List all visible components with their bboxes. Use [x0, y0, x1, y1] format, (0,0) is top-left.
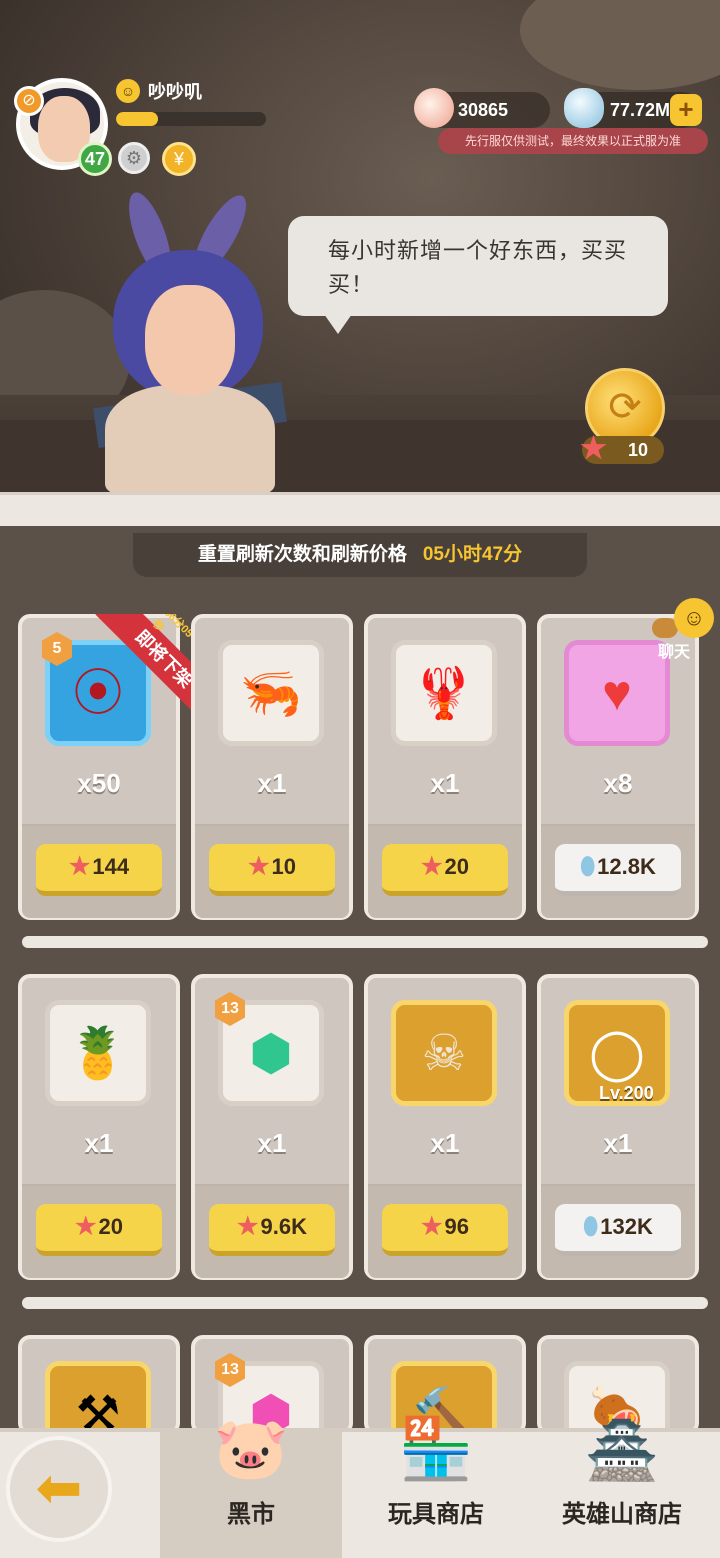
- emoji-icon: ☺: [116, 79, 140, 103]
- item-frame: 🍍: [45, 1000, 151, 1106]
- speech-text: 每小时新增一个好东西，买买买！: [328, 238, 628, 297]
- test-server-notice: 先行服仅供测试，最终效果以正式服为准: [438, 128, 708, 154]
- item-frame: 🦐: [218, 640, 324, 746]
- chat-button[interactable]: ☺ 聊天: [650, 598, 718, 662]
- shop-item-card[interactable]: 🍍 x1 ★20: [18, 974, 180, 1280]
- item-quantity: x1: [257, 768, 287, 798]
- gem-icon: [564, 88, 604, 128]
- shell-counter: 30865: [414, 88, 550, 128]
- gem-icon: ⬮: [583, 1213, 599, 1240]
- price-value: 12.8K: [597, 854, 656, 879]
- shell-icon: [414, 88, 454, 128]
- gem-value: 77.72M: [610, 100, 671, 120]
- item-frame: 🦞: [391, 640, 497, 746]
- shop-item-card[interactable]: ⚒: [18, 1335, 180, 1467]
- item-quantity: x1: [430, 768, 460, 798]
- no-entry-icon[interactable]: ⊘: [14, 86, 44, 116]
- price-value: 132K: [600, 1214, 653, 1239]
- item-quantity: x8: [603, 768, 633, 798]
- reset-timer: 重置刷新次数和刷新价格 05小时47分: [133, 533, 587, 577]
- tab-toy-shop[interactable]: 🏪 玩具商店: [346, 1415, 526, 1558]
- starfish-icon: ★: [580, 432, 607, 465]
- shop-item-card[interactable]: ⦿ 5 即将下架 56分05秒 x50 ★144: [18, 614, 200, 920]
- buy-button[interactable]: ★9.6K: [209, 1204, 335, 1256]
- item-frame: ☠: [391, 1000, 497, 1106]
- price-value: 144: [92, 854, 130, 879]
- pineapple-icon: 🍍: [66, 1025, 130, 1081]
- tab-label: 英雄山商店: [562, 1501, 682, 1528]
- buy-button[interactable]: ★144: [36, 844, 162, 896]
- buy-button[interactable]: ★20: [36, 1204, 162, 1256]
- black-market-icon: 🐷: [213, 1415, 289, 1482]
- buy-button[interactable]: ⬮12.8K: [555, 844, 681, 896]
- fossil-skull-icon: ☠: [421, 1025, 467, 1081]
- limited-ribbon: 即将下架 56分05秒: [90, 614, 200, 724]
- price-value: 20: [444, 854, 469, 879]
- starfish-icon: ★: [421, 1213, 443, 1240]
- buy-button[interactable]: ★20: [382, 844, 508, 896]
- gem-icon: ⬮: [580, 853, 596, 880]
- starfish-icon: ★: [421, 853, 443, 880]
- add-gems-button[interactable]: +: [670, 94, 702, 126]
- tab-black-market[interactable]: 🐷 黑市: [160, 1415, 342, 1558]
- price-value: 9.6K: [260, 1214, 307, 1239]
- xp-bar: [116, 112, 266, 126]
- refresh-cost-value: 10: [627, 440, 648, 460]
- item-quantity: x1: [430, 1128, 460, 1158]
- row-divider: [22, 936, 708, 948]
- shop-item-card[interactable]: ⬢ 13 x1 ★9.6K: [191, 974, 353, 1280]
- shelf-decoration: [520, 0, 720, 90]
- tab-hero-mountain-shop[interactable]: 🏯 英雄山商店: [530, 1415, 714, 1558]
- item-quantity: x50: [77, 768, 121, 798]
- shell-value: 30865: [458, 100, 509, 120]
- starfish-icon: ★: [75, 1213, 97, 1240]
- reset-timer-label: 重置刷新次数和刷新价格: [197, 544, 407, 565]
- buy-button[interactable]: ★96: [382, 1204, 508, 1256]
- gear-icon[interactable]: ⚙: [118, 142, 150, 174]
- price-value: 20: [98, 1214, 123, 1239]
- item-quantity: x1: [603, 1128, 633, 1158]
- starfish-icon: ★: [248, 853, 270, 880]
- refresh-cost: ★ 10: [580, 432, 664, 465]
- tab-label: 玩具商店: [388, 1501, 484, 1528]
- player-level: 47: [78, 142, 112, 176]
- shop-item-card[interactable]: 🦞 x1 ★20: [364, 614, 526, 920]
- chat-emoji-icon: ☺: [674, 598, 714, 638]
- shop-item-card[interactable]: ◯ Lv.200 x1 ⬮132K: [537, 974, 699, 1280]
- hero-mountain-shop-icon: 🏯: [584, 1415, 660, 1482]
- toy-shop-icon: 🏪: [398, 1415, 474, 1482]
- back-arrow-icon[interactable]: ⬅: [6, 1436, 112, 1542]
- item-level-label: Lv.200: [599, 1083, 654, 1103]
- scene-divider: [0, 492, 720, 526]
- buy-button[interactable]: ★10: [209, 844, 335, 896]
- item-quantity: x1: [257, 1128, 287, 1158]
- shopkeeper-npc: [93, 187, 295, 495]
- gem-counter: 77.72M +: [564, 88, 702, 128]
- reset-timer-value: 05小时47分: [422, 544, 523, 565]
- shrimp-icon: 🦐: [239, 665, 303, 721]
- row-divider: [22, 1297, 708, 1309]
- tab-label: 黑市: [227, 1501, 275, 1528]
- player-name: 吵吵叽: [148, 82, 202, 102]
- shop-item-card[interactable]: 🦐 x1 ★10: [191, 614, 353, 920]
- chat-label: 聊天: [658, 644, 691, 661]
- item-frame: ◯ Lv.200: [564, 1000, 670, 1106]
- item-quantity: x1: [84, 1128, 114, 1158]
- shop-item-card[interactable]: ☠ x1 ★96: [364, 974, 526, 1280]
- price-value: 96: [444, 1214, 469, 1239]
- coin-badge-icon[interactable]: ¥: [162, 142, 196, 176]
- speech-bubble: 每小时新增一个好东西，买买买！: [288, 216, 668, 334]
- buy-button[interactable]: ⬮132K: [555, 1204, 681, 1256]
- price-value: 10: [271, 854, 296, 879]
- starfish-icon: ★: [68, 853, 91, 880]
- lobster-icon: 🦞: [412, 665, 476, 721]
- starfish-icon: ★: [237, 1213, 259, 1240]
